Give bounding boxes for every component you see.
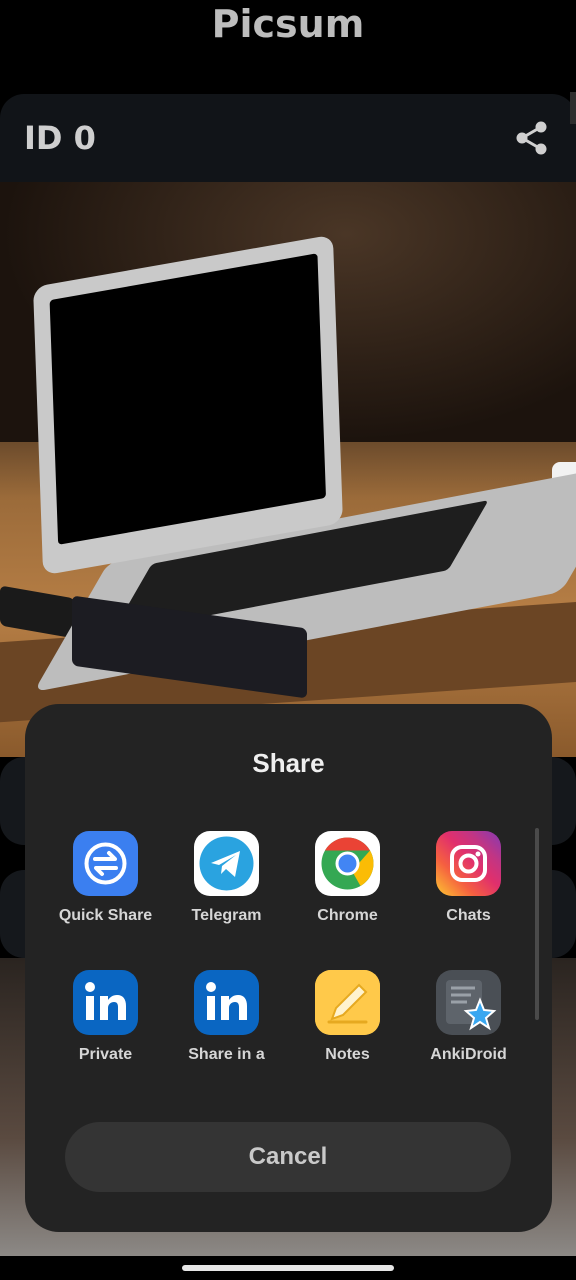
notes-icon: [315, 970, 380, 1035]
chrome-icon: [315, 831, 380, 896]
page-scrollbar[interactable]: [570, 92, 576, 124]
share-button[interactable]: [512, 118, 552, 158]
share-target-telegram[interactable]: Telegram: [166, 831, 287, 941]
share-target-chrome[interactable]: Chrome: [287, 831, 408, 941]
app-title: Picsum: [211, 2, 365, 46]
share-sheet-scrollbar[interactable]: [535, 828, 539, 1020]
share-target-label: Notes: [325, 1046, 370, 1063]
share-sheet: Share Quick Share Telegram Chrome Chats …: [25, 704, 552, 1232]
share-target-notes[interactable]: Notes: [287, 970, 408, 1080]
share-target-label: Quick Share: [58, 907, 153, 924]
image-photo: [0, 182, 576, 757]
share-icon: [516, 121, 547, 155]
share-target-label: Share in a: [188, 1046, 265, 1063]
ankidroid-icon: [436, 970, 501, 1035]
image-card-header: ID 0: [0, 94, 576, 182]
share-target-label: AnkiDroid: [430, 1046, 507, 1063]
share-sheet-title: Share: [252, 748, 325, 778]
linkedin-icon: [194, 970, 259, 1035]
telegram-icon: [194, 831, 259, 896]
share-target-label: Chats: [446, 907, 491, 924]
home-gesture-handle[interactable]: [182, 1265, 394, 1271]
share-target-quick-share[interactable]: Quick Share: [45, 831, 166, 941]
share-target-ankidroid[interactable]: AnkiDroid: [408, 970, 529, 1080]
share-target-instagram[interactable]: Chats: [408, 831, 529, 941]
share-target-label: Chrome: [317, 907, 378, 924]
share-target-private[interactable]: Private: [45, 970, 166, 1080]
image-id-label: ID 0: [24, 119, 96, 157]
share-target-label: Private: [78, 1046, 133, 1063]
instagram-icon: [436, 831, 501, 896]
share-target-share-in-a[interactable]: Share in a: [166, 970, 287, 1080]
linkedin-icon: [73, 970, 138, 1035]
quick-share-icon: [73, 831, 138, 896]
share-target-label: Telegram: [191, 907, 262, 924]
cancel-button[interactable]: Cancel: [65, 1122, 511, 1192]
